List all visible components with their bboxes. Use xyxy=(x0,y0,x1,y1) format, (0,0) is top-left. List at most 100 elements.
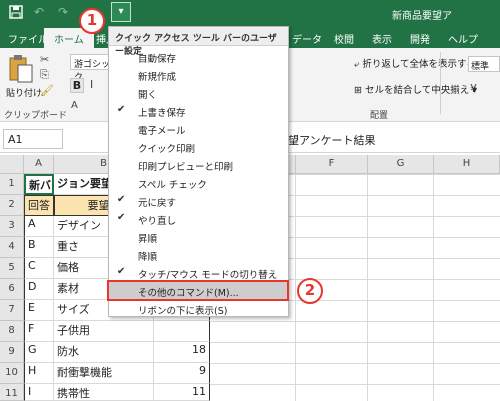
table-cell[interactable] xyxy=(154,321,210,342)
menu-item-label: 降順 xyxy=(138,252,158,263)
table-cell[interactable]: D xyxy=(24,279,54,300)
row-header[interactable]: 4 xyxy=(0,237,24,258)
tab-file[interactable]: ファイル xyxy=(8,31,48,46)
callout-badge: 2 xyxy=(297,278,323,304)
column-header-f[interactable]: F xyxy=(296,155,368,174)
number-format-select[interactable]: 標準 xyxy=(468,56,500,72)
menu-item-email[interactable]: 電子メール xyxy=(109,120,288,138)
bold-button[interactable]: B xyxy=(70,78,84,93)
row-header[interactable]: 3 xyxy=(0,216,24,237)
name-box[interactable]: A1 xyxy=(3,129,63,149)
row-header[interactable]: 10 xyxy=(0,363,24,384)
group-divider xyxy=(440,52,441,114)
menu-item-print-preview[interactable]: 印刷プレビューと印刷 xyxy=(109,156,288,174)
format-painter-icon[interactable]: 🖌 xyxy=(40,84,54,97)
menu-item-undo[interactable]: ✔ 元に戻す xyxy=(109,192,288,210)
check-icon: ✔ xyxy=(117,212,126,223)
menu-item-show-below-ribbon[interactable]: リボンの下に表示(S) xyxy=(109,300,288,318)
menu-item-label: クイック印刷 xyxy=(138,144,196,155)
select-all-corner[interactable] xyxy=(0,155,24,174)
grid-vline xyxy=(367,174,368,401)
row-header[interactable]: 2 xyxy=(0,195,24,216)
menu-item-label: 電子メール xyxy=(138,126,186,137)
menu-item-sort-ascending[interactable]: 昇順 xyxy=(109,228,288,246)
row-header[interactable]: 7 xyxy=(0,300,24,321)
row-header[interactable]: 11 xyxy=(0,384,24,401)
menu-item-new[interactable]: 新規作成 xyxy=(109,66,288,84)
menu-item-label: 開く xyxy=(138,90,158,101)
menu-item-label: 元に戻す xyxy=(138,198,177,209)
tab-help[interactable]: ヘルプ xyxy=(448,31,478,46)
column-header-a[interactable]: A xyxy=(24,155,54,174)
menu-item-label: 印刷プレビューと印刷 xyxy=(138,162,234,173)
row-header[interactable]: 6 xyxy=(0,279,24,300)
menu-item-label: 上書き保存 xyxy=(138,108,186,119)
wrap-text-label: 折り返して全体を表示する xyxy=(362,59,477,70)
table-cell[interactable]: G xyxy=(24,342,54,363)
tab-data[interactable]: データ xyxy=(292,31,322,46)
menu-item-label: やり直し xyxy=(138,216,177,227)
menu-item-quick-print[interactable]: クイック印刷 xyxy=(109,138,288,156)
font-color-icon[interactable]: A xyxy=(71,100,78,111)
alignment-group-label: 配置 xyxy=(370,111,389,121)
menu-item-autosave[interactable]: 自動保存 xyxy=(109,48,288,66)
table-cell[interactable]: E xyxy=(24,300,54,321)
paste-icon[interactable] xyxy=(8,54,34,84)
quick-access-customize-menu: クイック アクセス ツール バーのユーザー設定 自動保存 新規作成 開く ✔ 上書… xyxy=(108,26,289,317)
table-cell[interactable]: A xyxy=(24,216,54,237)
tab-developer[interactable]: 開発 xyxy=(410,31,430,46)
menu-item-sort-descending[interactable]: 降順 xyxy=(109,246,288,264)
menu-item-open[interactable]: 開く xyxy=(109,84,288,102)
table-cell[interactable]: 18 xyxy=(154,342,210,363)
cut-icon[interactable]: ✂ xyxy=(40,53,49,66)
menu-item-label: 昇順 xyxy=(138,234,158,245)
row-header[interactable]: 1 xyxy=(0,174,24,195)
window-title: 新商品要望ア xyxy=(392,11,452,22)
menu-item-label: リボンの下に表示(S) xyxy=(138,306,228,317)
row-header[interactable]: 9 xyxy=(0,342,24,363)
tab-view[interactable]: 表示 xyxy=(372,31,392,46)
table-cell[interactable]: 11 xyxy=(154,384,210,401)
table-cell[interactable]: B xyxy=(24,237,54,258)
table-cell[interactable]: I xyxy=(24,384,54,401)
grid-vline xyxy=(295,174,296,401)
table-cell[interactable]: C xyxy=(24,258,54,279)
cell-a2[interactable]: 回答 xyxy=(24,195,54,216)
formula-input[interactable]: 望アンケート結果 xyxy=(288,132,376,148)
check-icon: ✔ xyxy=(117,104,126,115)
column-header-h[interactable]: H xyxy=(434,155,500,174)
grid-vline xyxy=(433,174,434,401)
cell-a1[interactable]: 新バー xyxy=(24,174,54,195)
title-bar: ↶ ↷ ▾ 新商品要望ア xyxy=(0,0,500,26)
callout-badge: 1 xyxy=(79,8,105,34)
row-header[interactable]: 5 xyxy=(0,258,24,279)
menu-item-save[interactable]: ✔ 上書き保存 xyxy=(109,102,288,120)
menu-item-label: スペル チェック xyxy=(138,180,207,191)
paste-label: 貼り付け xyxy=(6,89,43,99)
menu-title: クイック アクセス ツール バーのユーザー設定 xyxy=(109,27,288,57)
tab-review[interactable]: 校閲 xyxy=(334,31,354,46)
table-cell[interactable]: 9 xyxy=(154,363,210,384)
wrap-text-button[interactable]: ⤶ 折り返して全体を表示する xyxy=(354,56,476,70)
highlight-frame xyxy=(107,280,289,301)
menu-item-spell-check[interactable]: スペル チェック xyxy=(109,174,288,192)
menu-item-label: 自動保存 xyxy=(138,54,177,65)
check-icon: ✔ xyxy=(117,266,126,277)
italic-button[interactable]: I xyxy=(90,78,93,91)
row-header[interactable]: 8 xyxy=(0,321,24,342)
merge-center-button[interactable]: ⊞ セルを結合して中央揃え ▾ xyxy=(354,82,477,96)
menu-item-redo[interactable]: ✔ やり直し xyxy=(109,210,288,228)
redo-icon[interactable]: ↷ xyxy=(58,5,74,19)
table-cell[interactable]: 耐衝撃機能 xyxy=(54,363,154,384)
table-cell[interactable]: 携帯性 xyxy=(54,384,154,401)
column-header-g[interactable]: G xyxy=(368,155,434,174)
save-icon[interactable] xyxy=(8,4,24,20)
table-cell[interactable]: H xyxy=(24,363,54,384)
currency-icon[interactable]: ¥ xyxy=(470,82,477,95)
table-cell[interactable]: 防水 xyxy=(54,342,154,363)
table-cell[interactable]: 子供用 xyxy=(54,321,154,342)
copy-icon[interactable]: ⎘ xyxy=(40,68,49,82)
customize-quick-access-button[interactable]: ▾ xyxy=(111,2,131,22)
undo-icon[interactable]: ↶ xyxy=(34,5,50,19)
table-cell[interactable]: F xyxy=(24,321,54,342)
